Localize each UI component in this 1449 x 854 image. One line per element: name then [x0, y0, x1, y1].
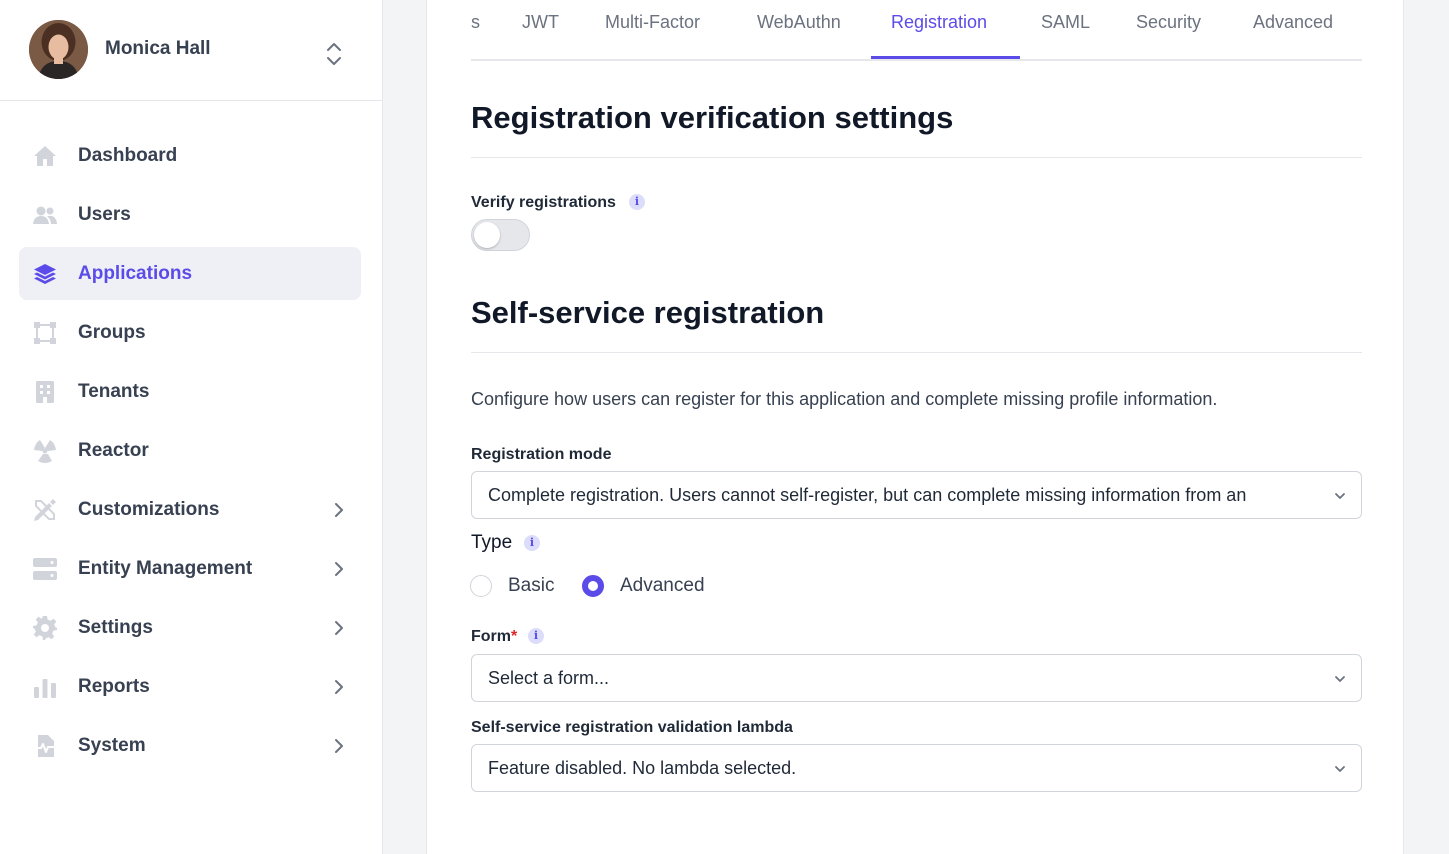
sidebar-item-tenants[interactable]: Tenants [19, 365, 361, 418]
self-service-heading: Self-service registration [471, 295, 825, 330]
sidebar-item-label: Tenants [78, 381, 150, 402]
sidebar: Monica Hall Dashboard Users Applications… [0, 0, 383, 854]
groups-icon [34, 322, 56, 344]
avatar [29, 20, 88, 79]
sidebar-item-settings[interactable]: Settings [19, 601, 361, 654]
user-name: Monica Hall [105, 38, 211, 59]
sidebar-item-label: System [78, 735, 146, 756]
sidebar-item-entity-management[interactable]: Entity Management [19, 542, 361, 595]
sidebar-item-groups[interactable]: Groups [19, 306, 361, 359]
chevron-up-down-icon[interactable] [324, 40, 344, 68]
pencil-ruler-icon [34, 499, 56, 521]
sidebar-item-dashboard[interactable]: Dashboard [19, 129, 361, 182]
tab-jwt[interactable]: JWT [522, 12, 559, 33]
type-advanced-radio[interactable] [582, 575, 604, 597]
sidebar-item-reports[interactable]: Reports [19, 660, 361, 713]
type-label: Type [471, 532, 513, 553]
chevron-right-icon [335, 503, 343, 517]
chevron-down-icon [1335, 766, 1345, 772]
tab-multi-factor[interactable]: Multi-Factor [605, 12, 700, 33]
form-label: Form* [471, 628, 517, 646]
server-icon [33, 558, 57, 580]
chevron-right-icon [335, 680, 343, 694]
sidebar-item-users[interactable]: Users [19, 188, 361, 241]
tab-registration[interactable]: Registration [891, 12, 987, 33]
tab-security[interactable]: Security [1136, 12, 1201, 33]
gear-icon [33, 616, 57, 640]
sidebar-item-label: Entity Management [78, 558, 253, 579]
sidebar-item-system[interactable]: System [19, 719, 361, 772]
verify-registrations-toggle[interactable] [471, 219, 530, 251]
tab-bar: s JWT Multi-Factor WebAuthn Registration… [471, 0, 1362, 61]
sidebar-item-reactor[interactable]: Reactor [19, 424, 361, 477]
type-basic-label[interactable]: Basic [508, 575, 554, 597]
tab-advanced[interactable]: Advanced [1253, 12, 1333, 33]
chevron-down-icon [1335, 493, 1345, 499]
validation-lambda-label: Self-service registration validation lam… [471, 719, 793, 736]
sidebar-nav: Dashboard Users Applications Groups Tena… [19, 129, 361, 778]
form-select[interactable]: Select a form... [471, 654, 1362, 702]
system-icon [35, 735, 55, 757]
user-switcher[interactable]: Monica Hall [0, 0, 382, 101]
divider [471, 157, 1362, 158]
type-basic-radio[interactable] [470, 575, 492, 597]
home-icon [34, 146, 56, 166]
users-icon [33, 206, 57, 224]
sidebar-item-label: Applications [78, 263, 193, 284]
tab-truncated[interactable]: s [471, 12, 480, 33]
registration-mode-select[interactable]: Complete registration. Users cannot self… [471, 471, 1362, 519]
chevron-right-icon [335, 562, 343, 576]
active-tab-indicator [871, 56, 1020, 59]
bar-chart-icon [34, 679, 56, 698]
verify-registrations-label: Verify registrations [471, 194, 616, 211]
info-icon[interactable]: i [528, 628, 544, 644]
divider [471, 352, 1362, 353]
layers-icon [34, 264, 56, 284]
tab-webauthn[interactable]: WebAuthn [757, 12, 841, 33]
info-icon[interactable]: i [524, 535, 540, 551]
chevron-down-icon [1335, 676, 1345, 682]
required-asterisk: * [511, 628, 518, 645]
registration-mode-label: Registration mode [471, 446, 612, 463]
self-service-description: Configure how users can register for thi… [471, 389, 1218, 409]
validation-lambda-value: Feature disabled. No lambda selected. [488, 758, 797, 778]
building-icon [36, 381, 54, 403]
registration-mode-value: Complete registration. Users cannot self… [488, 485, 1247, 505]
toggle-knob [474, 222, 500, 248]
sidebar-item-label: Reports [78, 676, 150, 697]
sidebar-item-label: Users [78, 204, 131, 225]
sidebar-item-applications[interactable]: Applications [19, 247, 361, 300]
sidebar-item-customizations[interactable]: Customizations [19, 483, 361, 536]
verification-heading: Registration verification settings [471, 100, 954, 135]
tab-saml[interactable]: SAML [1041, 12, 1090, 33]
chevron-right-icon [335, 739, 343, 753]
form-select-value: Select a form... [488, 668, 610, 688]
sidebar-item-label: Settings [78, 617, 153, 638]
sidebar-item-label: Groups [78, 322, 146, 343]
sidebar-item-label: Dashboard [78, 145, 178, 166]
info-icon[interactable]: i [629, 194, 645, 210]
validation-lambda-select[interactable]: Feature disabled. No lambda selected. [471, 744, 1362, 792]
sidebar-item-label: Customizations [78, 499, 220, 520]
chevron-right-icon [335, 621, 343, 635]
radiation-icon [34, 440, 56, 463]
sidebar-item-label: Reactor [78, 440, 149, 461]
type-advanced-label[interactable]: Advanced [620, 575, 705, 597]
application-edit-panel: s JWT Multi-Factor WebAuthn Registration… [426, 0, 1404, 854]
form-label-text: Form [471, 628, 511, 645]
